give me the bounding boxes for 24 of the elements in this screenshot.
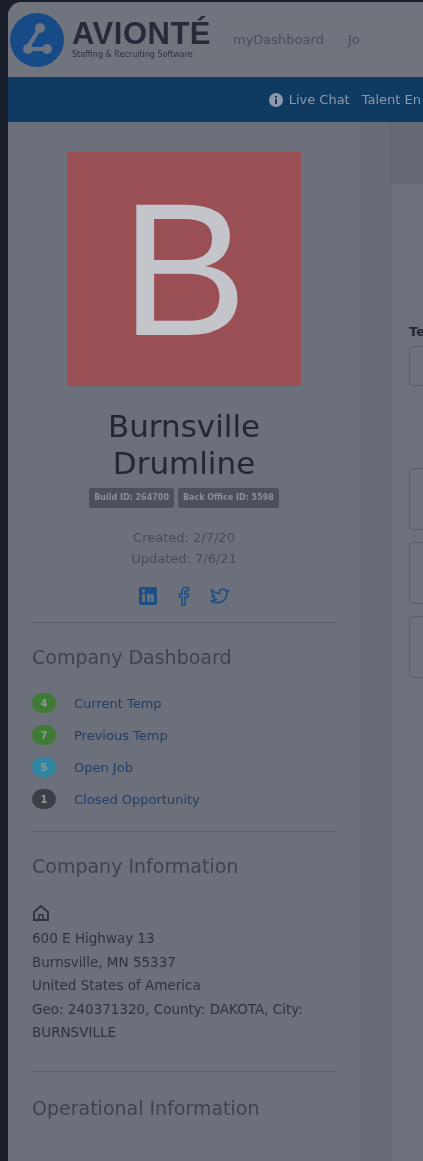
dashboard-link[interactable]: Previous Temp [74, 725, 168, 746]
avatar-letter: B [120, 174, 248, 364]
home-icon [32, 904, 50, 923]
id-badge: Back Office ID: 5598 [177, 488, 279, 509]
topbar-link[interactable]: Talent En [361, 89, 421, 110]
count-badge: 7 [32, 725, 56, 746]
count-badge: 1 [32, 789, 56, 810]
info-icon [268, 92, 283, 107]
linkedin-icon[interactable] [138, 585, 158, 606]
address-line: 600 E Highway 13 [32, 928, 156, 948]
dashboard-link[interactable]: Open Job [74, 757, 133, 778]
address-line: United States of America [32, 976, 202, 996]
logo-subtitle: Staffing & Recruiting Software [72, 49, 194, 61]
topbar-link[interactable]: Live Chat [268, 89, 350, 110]
address-line: Geo: 240371320, County: DAKOTA, City: BURNSVILLE [32, 999, 304, 1043]
count-badge: 4 [32, 693, 56, 714]
twitter-icon[interactable] [210, 585, 230, 606]
logo-title: AVIONTÉ [72, 18, 211, 49]
id-badge: Build ID: 264700 [89, 488, 174, 509]
dashboard-link[interactable]: Current Temp [74, 693, 162, 714]
count-badge: 5 [32, 757, 56, 778]
address-line: Burnsville, MN 55337 [32, 952, 177, 972]
company-name: Burnsville Drumline [106, 408, 262, 483]
dashboard-link[interactable]: Closed Opportunity [74, 789, 200, 810]
